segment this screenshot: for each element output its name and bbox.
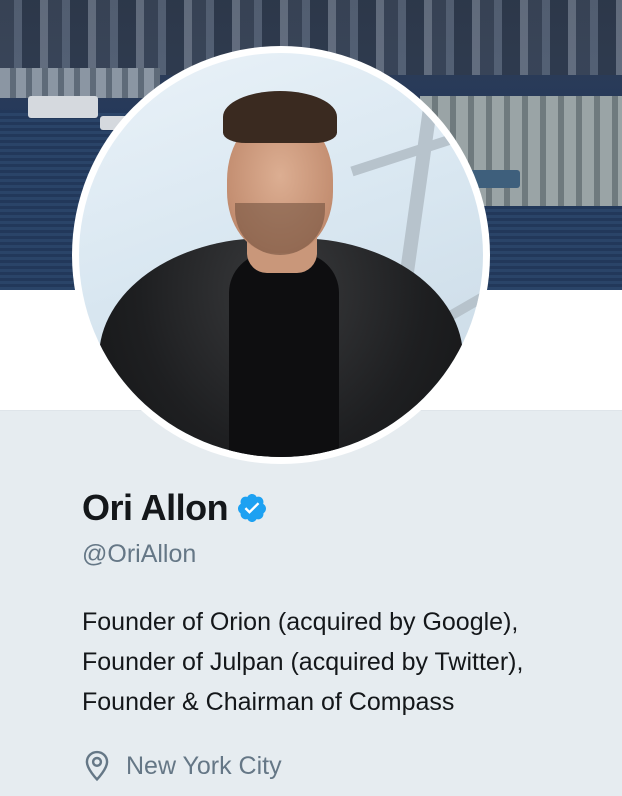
location-text: New York City bbox=[126, 751, 282, 780]
photo-shirt bbox=[229, 253, 339, 457]
profile-bio: Founder of Orion (acquired by Google), F… bbox=[82, 602, 602, 722]
banner-boat bbox=[28, 96, 98, 118]
bio-line: Founder of Orion (acquired by Google), bbox=[82, 608, 519, 636]
avatar[interactable] bbox=[72, 46, 490, 464]
profile-handle[interactable]: @OriAllon bbox=[82, 540, 196, 569]
profile-name-row: Ori Allon bbox=[82, 486, 268, 530]
profile-name[interactable]: Ori Allon bbox=[82, 487, 229, 529]
location-pin-icon bbox=[82, 749, 112, 783]
profile-location: New York City bbox=[82, 748, 282, 784]
verified-badge-icon[interactable] bbox=[236, 492, 268, 524]
avatar-photo bbox=[79, 53, 483, 457]
photo-hair bbox=[223, 91, 337, 143]
bio-line: Founder & Chairman of Compass bbox=[82, 688, 455, 716]
bio-line: Founder of Julpan (acquired by Twitter), bbox=[82, 648, 524, 676]
banner-pier-left bbox=[0, 68, 160, 98]
photo-railing bbox=[350, 129, 468, 177]
